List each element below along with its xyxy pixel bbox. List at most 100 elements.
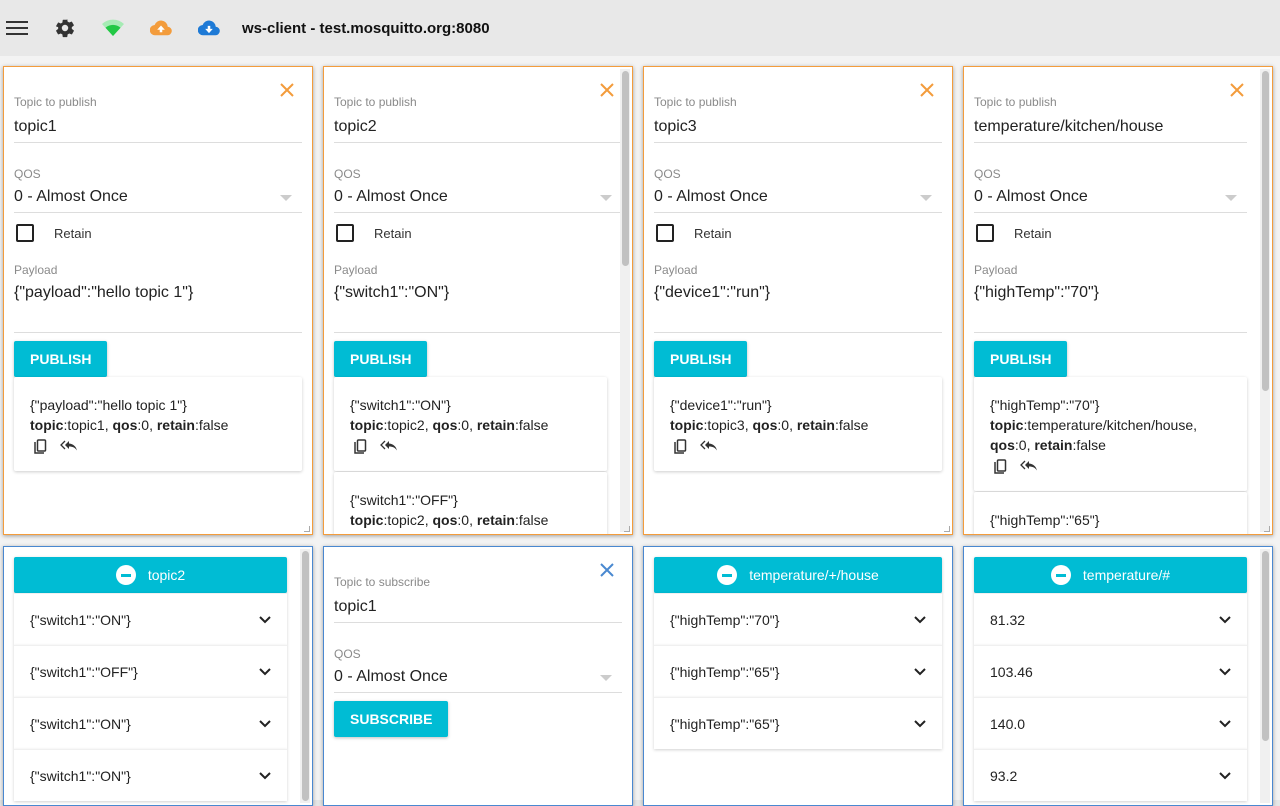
qos-select[interactable]: 0 - Almost Once xyxy=(14,188,302,213)
list-item[interactable]: {"switch1":"ON"} xyxy=(14,697,287,749)
scrollbar[interactable] xyxy=(300,549,310,803)
close-icon[interactable] xyxy=(598,561,616,579)
publish-button[interactable]: PUBLISH xyxy=(654,341,748,377)
payload-input[interactable]: {"switch1":"ON"} xyxy=(334,284,622,333)
list-item[interactable]: 140.0 xyxy=(974,697,1247,749)
publish-button[interactable]: PUBLISH xyxy=(334,341,428,377)
payload-label: Payload xyxy=(334,263,378,277)
close-icon[interactable] xyxy=(278,81,296,99)
resize-handle[interactable] xyxy=(304,526,310,532)
list-item[interactable]: {"switch1":"OFF"} xyxy=(14,645,287,697)
list-item[interactable]: 103.46 xyxy=(974,645,1247,697)
subscription-topic: temperature/+/house xyxy=(749,567,879,583)
close-icon[interactable] xyxy=(918,81,936,99)
topic-input[interactable]: topic2 xyxy=(334,118,622,143)
close-icon[interactable] xyxy=(598,81,616,99)
list-item[interactable]: {"switch1":"ON"} xyxy=(14,749,287,801)
chevron-down-icon[interactable] xyxy=(1219,615,1231,624)
list-item[interactable]: {"switch1":"ON"} xyxy=(14,593,287,645)
scrollbar[interactable] xyxy=(1260,549,1270,803)
chevron-down-icon[interactable] xyxy=(914,719,926,728)
list-item[interactable]: {"highTemp":"65"} xyxy=(654,697,942,749)
copy-icon[interactable] xyxy=(994,459,1008,475)
subscription-header[interactable]: temperature/# xyxy=(974,557,1247,593)
subscription-messages: {"highTemp":"70"} {"highTemp":"65"} {"hi… xyxy=(654,593,942,749)
retain-checkbox[interactable] xyxy=(656,224,674,242)
topic-input[interactable]: topic1 xyxy=(14,118,302,143)
list-item[interactable]: {"highTemp":"65"} xyxy=(654,645,942,697)
payload-input[interactable]: {"highTemp":"70"} xyxy=(974,284,1247,333)
publish-button[interactable]: PUBLISH xyxy=(974,341,1068,377)
cloud-upload-icon[interactable] xyxy=(150,17,172,39)
qos-label: QOS xyxy=(974,167,1001,181)
message-payload: {"switch1":"ON"} xyxy=(350,397,451,413)
scrollbar[interactable] xyxy=(1260,69,1270,532)
scrollbar-thumb[interactable] xyxy=(1262,551,1269,741)
qos-select[interactable]: 0 - Almost Once xyxy=(974,188,1247,213)
copy-icon[interactable] xyxy=(674,439,688,455)
chevron-down-icon[interactable] xyxy=(914,615,926,624)
chevron-down-icon[interactable] xyxy=(1219,667,1231,676)
chevron-down-icon[interactable] xyxy=(259,667,271,676)
payload-label: Payload xyxy=(14,263,58,277)
topic-label: Topic to publish xyxy=(334,95,417,109)
message-payload: {"highTemp":"65"} xyxy=(990,512,1100,528)
client-grid: Topic to publish topic1 QOS 0 - Almost O… xyxy=(0,56,1280,806)
publish-button[interactable]: PUBLISH xyxy=(14,341,108,377)
chevron-down-icon[interactable] xyxy=(259,615,271,624)
list-item[interactable]: {"highTemp":"70"} xyxy=(654,593,942,645)
chevron-down-icon[interactable] xyxy=(1219,719,1231,728)
topic-input[interactable]: temperature/kitchen/house xyxy=(974,118,1247,143)
resize-handle[interactable] xyxy=(944,526,950,532)
message-payload: {"highTemp":"70"} xyxy=(990,397,1100,413)
wifi-icon[interactable] xyxy=(102,17,124,39)
reply-all-icon[interactable] xyxy=(60,439,78,455)
scrollbar-thumb[interactable] xyxy=(622,71,629,266)
topic-label: Topic to publish xyxy=(974,95,1057,109)
chevron-down-icon[interactable] xyxy=(259,719,271,728)
list-item[interactable]: 93.2 xyxy=(974,749,1247,801)
close-icon[interactable] xyxy=(1228,81,1246,99)
chevron-down-icon[interactable] xyxy=(1219,771,1231,780)
retain-checkbox[interactable] xyxy=(336,224,354,242)
resize-handle[interactable] xyxy=(624,526,630,532)
subscription-header[interactable]: topic2 xyxy=(14,557,287,593)
qos-select[interactable]: 0 - Almost Once xyxy=(334,668,622,693)
copy-icon[interactable] xyxy=(354,439,368,455)
list-item[interactable]: 81.32 xyxy=(974,593,1247,645)
payload-input[interactable]: {"device1":"run"} xyxy=(654,284,942,333)
menu-icon[interactable] xyxy=(6,17,28,39)
scrollbar[interactable] xyxy=(620,69,630,532)
unsubscribe-icon[interactable] xyxy=(717,565,738,585)
chevron-down-icon[interactable] xyxy=(259,771,271,780)
qos-label: QOS xyxy=(654,167,681,181)
subscription-topic: temperature/# xyxy=(1082,567,1171,583)
published-messages: {"switch1":"ON"} topic:topic2, qos:0, re… xyxy=(334,377,607,534)
payload-input[interactable]: {"payload":"hello topic 1"} xyxy=(14,284,302,333)
unsubscribe-icon[interactable] xyxy=(115,565,136,585)
qos-select[interactable]: 0 - Almost Once xyxy=(654,188,942,213)
reply-all-icon[interactable] xyxy=(380,439,398,455)
chevron-down-icon[interactable] xyxy=(914,667,926,676)
topic-input[interactable]: topic3 xyxy=(654,118,942,143)
retain-checkbox[interactable] xyxy=(976,224,994,242)
retain-row: Retain xyxy=(16,224,92,242)
unsubscribe-icon[interactable] xyxy=(1050,565,1071,585)
gear-icon[interactable] xyxy=(54,17,76,39)
subscription-messages: 81.32 103.46 140.0 93.2 xyxy=(974,593,1247,801)
qos-select[interactable]: 0 - Almost Once xyxy=(334,188,622,213)
scrollbar-thumb[interactable] xyxy=(302,551,309,801)
qos-value: 0 - Almost Once xyxy=(974,188,1088,205)
retain-checkbox[interactable] xyxy=(16,224,34,242)
subscription-header[interactable]: temperature/+/house xyxy=(654,557,942,593)
message-card: {"switch1":"OFF"} topic:topic2, qos:0, r… xyxy=(334,472,607,534)
subscribe-button[interactable]: SUBSCRIBE xyxy=(334,701,449,737)
reply-all-icon[interactable] xyxy=(1020,459,1038,475)
retain-label: Retain xyxy=(54,225,92,241)
cloud-download-icon[interactable] xyxy=(198,17,220,39)
scrollbar-thumb[interactable] xyxy=(1262,71,1269,391)
reply-all-icon[interactable] xyxy=(700,439,718,455)
subscribe-topic-input[interactable]: topic1 xyxy=(334,598,622,623)
resize-handle[interactable] xyxy=(1264,526,1270,532)
copy-icon[interactable] xyxy=(34,439,48,455)
